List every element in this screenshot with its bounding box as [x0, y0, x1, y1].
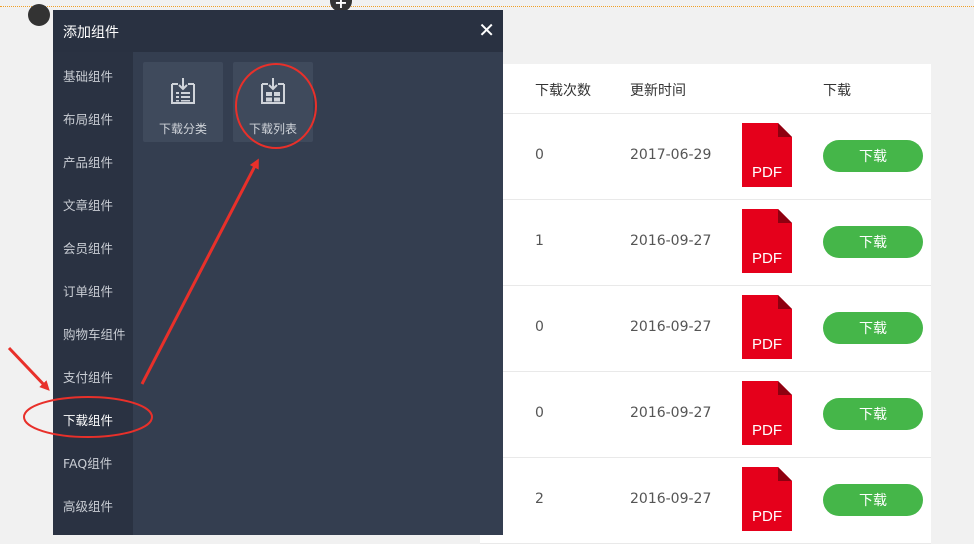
- file-type-label: PDF: [752, 336, 782, 353]
- download-count: 0: [535, 405, 544, 421]
- update-date: 2016-09-27: [630, 491, 712, 507]
- table-row: 0 2016-09-27 PDF 下载: [480, 286, 931, 372]
- pdf-file-icon: PDF: [742, 295, 792, 359]
- sidebar-item-faq[interactable]: FAQ组件: [63, 453, 112, 472]
- header-download-count: 下载次数: [535, 83, 591, 99]
- add-component-modal: 添加组件 ✕ 基础组件 布局组件 产品组件 文章组件 会员组件 订单组件 购物车…: [53, 10, 503, 535]
- update-date: 2016-09-27: [630, 233, 712, 249]
- download-button[interactable]: 下载: [823, 312, 923, 344]
- close-icon[interactable]: ✕: [478, 19, 495, 41]
- download-button[interactable]: 下载: [823, 484, 923, 516]
- file-type-label: PDF: [752, 250, 782, 267]
- sidebar-item-cart[interactable]: 购物车组件: [63, 324, 126, 343]
- pdf-file-icon: PDF: [742, 381, 792, 445]
- download-category-icon: [171, 78, 195, 104]
- download-list-table: 下载次数 更新时间 下载 0 2017-06-29 PDF 下载 1 2016-…: [480, 64, 931, 544]
- download-button[interactable]: 下载: [823, 140, 923, 172]
- update-date: 2016-09-27: [630, 405, 712, 421]
- pdf-file-icon: PDF: [742, 209, 792, 273]
- file-type-label: PDF: [752, 422, 782, 439]
- component-tile-download-category[interactable]: 下载分类: [143, 62, 223, 142]
- canvas-guide-line: [0, 6, 974, 7]
- file-type-label: PDF: [752, 508, 782, 525]
- sidebar-item-advanced[interactable]: 高级组件: [63, 496, 113, 515]
- download-button[interactable]: 下载: [823, 226, 923, 258]
- sidebar-item-member[interactable]: 会员组件: [63, 238, 113, 257]
- component-tile-download-list[interactable]: 下载列表: [233, 62, 313, 142]
- sidebar-item-basic[interactable]: 基础组件: [63, 66, 113, 85]
- sidebar-item-download[interactable]: 下载组件: [63, 410, 113, 429]
- file-type-label: PDF: [752, 164, 782, 181]
- table-row: 1 2016-09-27 PDF 下载: [480, 200, 931, 286]
- sidebar-item-product[interactable]: 产品组件: [63, 152, 113, 171]
- pdf-file-icon: PDF: [742, 467, 792, 531]
- sidebar-item-article[interactable]: 文章组件: [63, 195, 113, 214]
- table-row: 0 2016-09-27 PDF 下载: [480, 372, 931, 458]
- download-count: 2: [535, 491, 544, 507]
- modal-header: 添加组件 ✕: [53, 10, 503, 52]
- component-category-sidebar: 基础组件 布局组件 产品组件 文章组件 会员组件 订单组件 购物车组件 支付组件…: [53, 52, 133, 535]
- component-label: 下载分类: [158, 122, 207, 136]
- table-header: 下载次数 更新时间 下载: [480, 64, 931, 114]
- header-download: 下载: [823, 83, 851, 99]
- annotation-arrow-left: [7, 346, 50, 391]
- table-row: 2 2016-09-27 PDF 下载: [480, 458, 931, 544]
- drag-handle[interactable]: [28, 4, 50, 26]
- download-count: 0: [535, 147, 544, 163]
- download-list-icon: [261, 78, 285, 104]
- component-label: 下载列表: [248, 122, 297, 136]
- download-button[interactable]: 下载: [823, 398, 923, 430]
- update-date: 2016-09-27: [630, 319, 712, 335]
- download-count: 1: [535, 233, 544, 249]
- pdf-file-icon: PDF: [742, 123, 792, 187]
- sidebar-item-layout[interactable]: 布局组件: [63, 109, 113, 128]
- update-date: 2017-06-29: [630, 147, 712, 163]
- sidebar-item-order[interactable]: 订单组件: [63, 281, 113, 300]
- download-count: 0: [535, 319, 544, 335]
- sidebar-item-payment[interactable]: 支付组件: [63, 367, 113, 386]
- table-row: 0 2017-06-29 PDF 下载: [480, 114, 931, 200]
- header-updated-time: 更新时间: [630, 83, 686, 99]
- modal-title: 添加组件: [63, 25, 119, 41]
